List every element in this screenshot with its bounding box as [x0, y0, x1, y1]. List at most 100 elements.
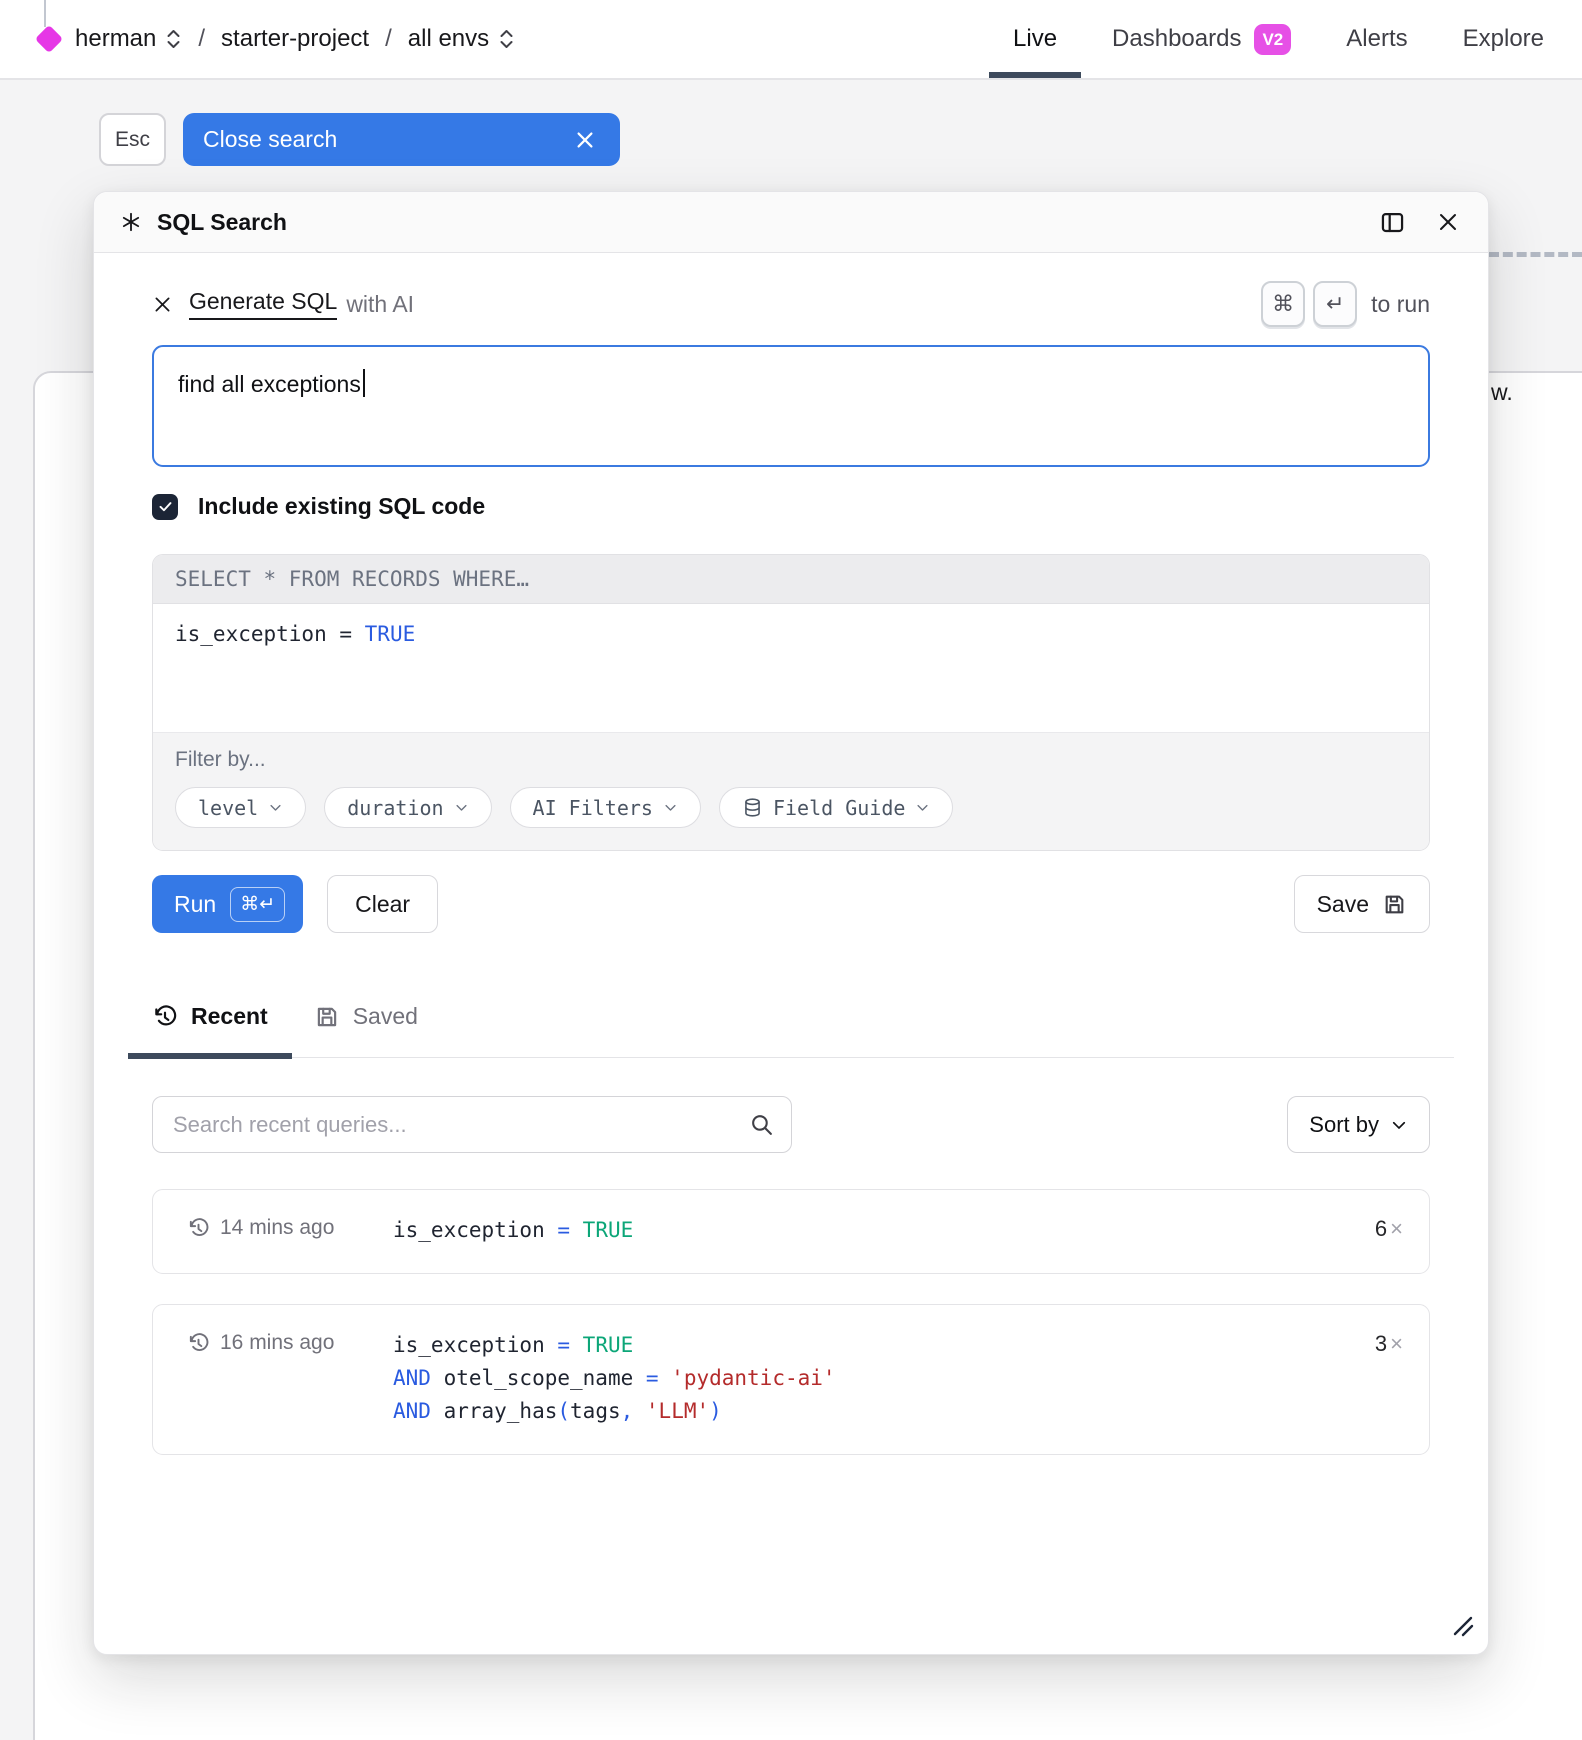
query-time: 14 mins ago — [220, 1216, 334, 1240]
org-name: herman — [75, 25, 156, 53]
modal-title-text: SQL Search — [157, 209, 287, 236]
sort-by-button[interactable]: Sort by — [1287, 1096, 1430, 1153]
save-floppy-icon — [1382, 892, 1407, 917]
v2-badge: V2 — [1254, 24, 1291, 55]
pill-label: AI Filters — [533, 796, 653, 820]
chevron-down-icon — [915, 800, 930, 815]
search-icon — [749, 1112, 774, 1137]
project-name: starter-project — [221, 25, 369, 53]
filter-pills: level duration AI Filters — [175, 787, 1407, 828]
database-icon — [742, 797, 763, 818]
tab-saved[interactable]: Saved — [314, 1003, 418, 1057]
logfire-logo-icon[interactable] — [35, 25, 63, 53]
query-run-count: 6 × — [1375, 1216, 1403, 1242]
ai-prompt-input[interactable]: find all exceptions — [152, 345, 1430, 467]
chevron-updown-icon — [498, 27, 515, 51]
save-button[interactable]: Save — [1294, 875, 1430, 933]
sql-editor-header: SELECT * FROM RECORDS WHERE… — [153, 555, 1429, 604]
tab-recent[interactable]: Recent — [152, 1003, 268, 1057]
breadcrumb: herman / starter-project / all envs — [75, 25, 515, 53]
nav-tab-label: Explore — [1463, 25, 1544, 53]
filter-pill-field-guide[interactable]: Field Guide — [719, 787, 953, 828]
save-label: Save — [1317, 891, 1369, 918]
pill-label: level — [198, 796, 258, 820]
recent-query-row[interactable]: 16 mins ago is_exception = TRUEAND otel_… — [152, 1304, 1430, 1455]
nav-tab-label: Live — [1013, 25, 1057, 53]
filter-section: Filter by... level duration AI Filters — [153, 732, 1429, 850]
close-search-bar: Esc Close search — [99, 113, 620, 166]
run-hint-text: to run — [1371, 291, 1430, 318]
resize-handle[interactable] — [1452, 1615, 1474, 1642]
modal-close-button[interactable] — [1436, 210, 1460, 234]
modal-header: SQL Search — [94, 192, 1488, 253]
background-dashed-line — [1489, 252, 1582, 257]
run-shortcut-badge: ⌘↵ — [230, 887, 285, 922]
env-selector[interactable]: all envs — [408, 25, 515, 53]
filter-pill-level[interactable]: level — [175, 787, 306, 828]
filter-by-label: Filter by... — [175, 748, 1407, 772]
history-clock-icon — [152, 1004, 178, 1030]
chevron-down-icon — [454, 800, 469, 815]
query-run-count: 3 × — [1375, 1331, 1403, 1357]
nav-tab-dashboards[interactable]: Dashboards V2 — [1112, 0, 1291, 78]
times-symbol: × — [1390, 1216, 1403, 1242]
filter-pill-duration[interactable]: duration — [324, 787, 491, 828]
org-selector[interactable]: herman — [75, 25, 182, 53]
chevron-down-icon — [1390, 1116, 1408, 1134]
times-symbol: × — [1390, 1331, 1403, 1357]
sql-editor-code[interactable]: is_exception = TRUE — [153, 604, 1429, 732]
query-code: is_exception = TRUEAND otel_scope_name =… — [393, 1329, 1375, 1428]
nav-tabs: Live Dashboards V2 Alerts Explore — [1013, 0, 1544, 78]
history-clock-icon — [187, 1332, 210, 1355]
filter-pill-ai-filters[interactable]: AI Filters — [510, 787, 701, 828]
nav-tab-alerts[interactable]: Alerts — [1346, 0, 1407, 78]
modal-body: Generate SQL with AI ⌘ ↵ to run find all… — [94, 253, 1488, 1654]
run-button[interactable]: Run ⌘↵ — [152, 875, 303, 933]
chevron-down-icon — [663, 800, 678, 815]
cmd-key-icon: ⌘ — [1261, 281, 1305, 327]
include-sql-label[interactable]: Include existing SQL code — [198, 493, 485, 520]
resize-grip-icon — [1452, 1615, 1474, 1637]
modal-title: SQL Search — [120, 209, 287, 236]
chevron-down-icon — [268, 800, 283, 815]
include-sql-checkbox[interactable] — [152, 494, 178, 520]
search-recent-input[interactable] — [152, 1096, 792, 1153]
clear-label: Clear — [355, 891, 410, 917]
dock-panel-button[interactable] — [1379, 209, 1406, 236]
clear-button[interactable]: Clear — [327, 875, 438, 933]
project-link[interactable]: starter-project — [221, 25, 369, 53]
sql-search-modal: SQL Search — [93, 191, 1489, 1655]
enter-key-icon: ↵ — [1313, 281, 1357, 327]
close-icon — [1436, 210, 1460, 234]
query-meta: 14 mins ago — [187, 1216, 393, 1240]
query-list-tabs: Recent Saved — [128, 1003, 1454, 1058]
run-label: Run — [174, 891, 216, 918]
generate-sql-suffix: with AI — [346, 291, 414, 318]
history-clock-icon — [187, 1217, 210, 1240]
generate-sql-link[interactable]: Generate SQL — [189, 288, 337, 320]
env-name: all envs — [408, 25, 489, 53]
close-search-button[interactable]: Close search — [183, 113, 620, 166]
breadcrumb-separator: / — [198, 25, 205, 53]
sparkle-asterisk-icon — [120, 211, 142, 233]
modal-header-actions — [1379, 209, 1460, 236]
count-number: 3 — [1375, 1331, 1387, 1357]
query-meta: 16 mins ago — [187, 1331, 393, 1355]
dismiss-ai-button[interactable] — [152, 294, 173, 315]
close-search-label: Close search — [203, 126, 337, 153]
nav-tab-live[interactable]: Live — [1013, 0, 1057, 78]
ai-prompt-value: find all exceptions — [178, 371, 361, 397]
background-partial-text: w. — [1491, 379, 1513, 406]
background-divider — [44, 0, 46, 27]
sort-by-label: Sort by — [1309, 1112, 1379, 1138]
query-list-toolbar: Sort by — [152, 1096, 1430, 1153]
include-sql-row: Include existing SQL code — [152, 493, 1430, 520]
chevron-updown-icon — [165, 27, 182, 51]
close-icon — [574, 129, 596, 151]
query-time: 16 mins ago — [220, 1331, 334, 1355]
generate-sql-row: Generate SQL with AI ⌘ ↵ to run — [152, 281, 1430, 327]
recent-query-row[interactable]: 14 mins ago is_exception = TRUE 6 × — [152, 1189, 1430, 1274]
checkmark-icon — [158, 499, 173, 514]
pill-label: Field Guide — [773, 796, 905, 820]
nav-tab-explore[interactable]: Explore — [1463, 0, 1544, 78]
